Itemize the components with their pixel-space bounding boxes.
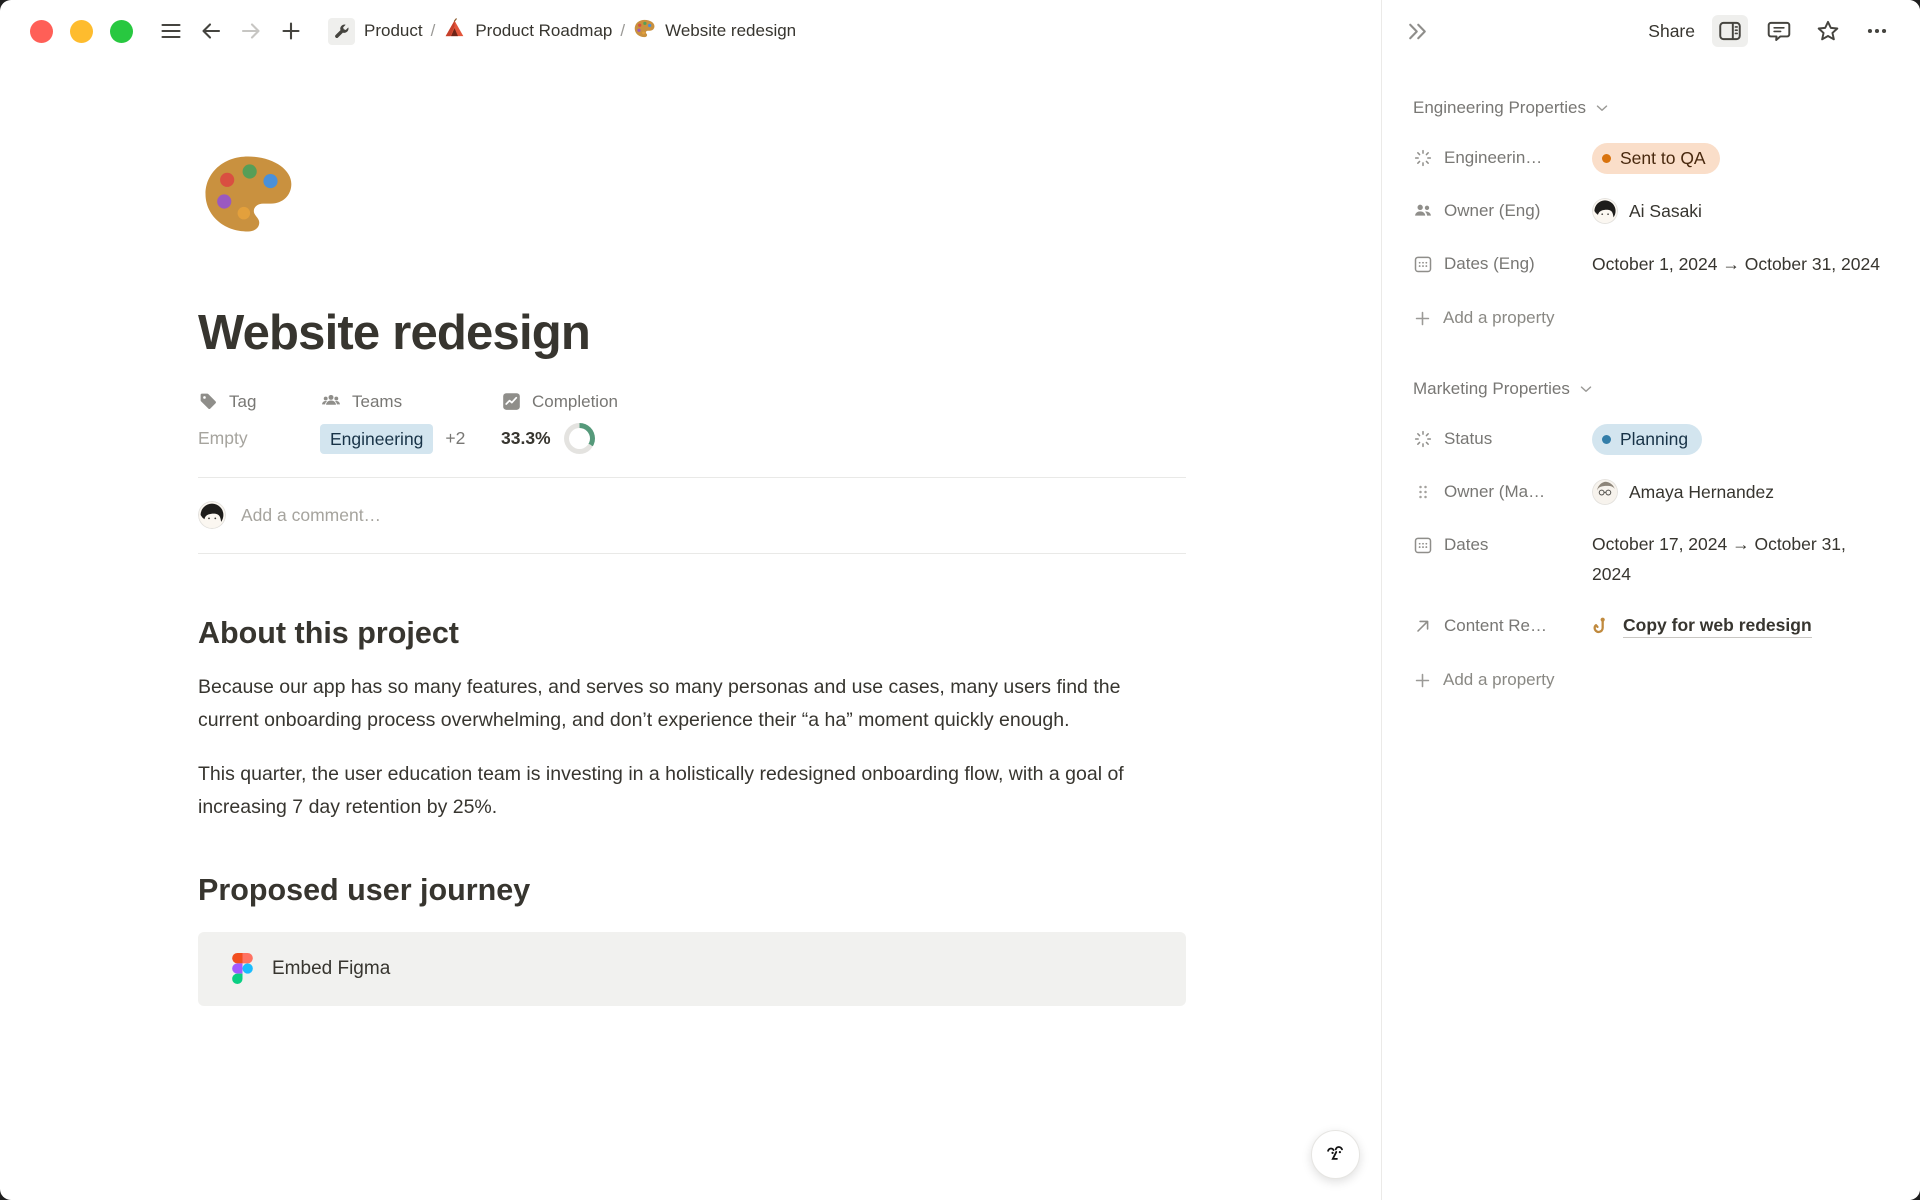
property-row-owner-marketing: Owner (Ma… Amaya Hernandez <box>1413 476 1895 508</box>
page-content: Website redesign Tag Teams Completion Em… <box>198 0 1186 1006</box>
teams-property-label[interactable]: Teams <box>320 389 501 415</box>
calendar-icon <box>1413 254 1433 274</box>
close-window-button[interactable] <box>30 20 53 43</box>
sidebar-topbar: Share <box>1382 0 1920 62</box>
calendar-icon <box>1413 535 1433 555</box>
add-property-button[interactable]: Add a property <box>1413 663 1895 697</box>
arrow-up-right-icon <box>1413 616 1433 636</box>
completion-property-label[interactable]: Completion <box>501 389 1186 415</box>
comment-input[interactable]: Add a comment… <box>198 477 1186 554</box>
property-row-owner-eng: Owner (Eng) Ai Sasaki <box>1413 195 1895 227</box>
drag-handle-icon <box>1413 482 1433 502</box>
property-row-dates: Dates October 17, 2024 → October 31, 202… <box>1413 529 1895 589</box>
main-area: Product / Product Roadmap / Website rede… <box>0 0 1381 1200</box>
teams-extra-count[interactable]: +2 <box>445 428 465 449</box>
traffic-lights <box>30 20 133 43</box>
user-avatar <box>198 501 226 529</box>
plus-icon <box>1413 309 1432 328</box>
section-heading-journey: Proposed user journey <box>198 873 1186 908</box>
completion-property-value[interactable]: 33.3% <box>501 423 1186 455</box>
property-row-engineering-status: Engineerin… Sent to QA <box>1413 142 1895 174</box>
sidebar-actions: Share <box>1648 15 1895 47</box>
section-engineering-properties[interactable]: Engineering Properties <box>1413 96 1895 120</box>
chevron-down-icon <box>1593 99 1611 117</box>
tag-property-value[interactable]: Empty <box>198 423 320 455</box>
notion-ai-button[interactable] <box>1311 1130 1360 1179</box>
marketing-rows: Status Planning Owner (Ma… <box>1413 423 1895 697</box>
page-title[interactable]: Website redesign <box>198 304 1186 363</box>
tag-property-label[interactable]: Tag <box>198 389 320 415</box>
sidebar-body: Engineering Properties Engineerin… Sent … <box>1382 62 1920 697</box>
app-window: Product / Product Roadmap / Website rede… <box>0 0 1920 1200</box>
property-value[interactable]: Planning <box>1592 423 1895 455</box>
status-pill-planning[interactable]: Planning <box>1592 424 1702 455</box>
property-value[interactable]: October 1, 2024 → October 31, 2024 <box>1592 248 1895 280</box>
favorite-button[interactable] <box>1810 15 1846 47</box>
share-button[interactable]: Share <box>1648 21 1695 42</box>
property-value[interactable]: October 17, 2024 → October 31, 2024 <box>1592 529 1895 589</box>
status-dot <box>1602 154 1611 163</box>
chart-icon <box>501 391 522 412</box>
completion-ring <box>564 423 595 454</box>
about-paragraph: Because our app has so many features, an… <box>198 671 1186 738</box>
property-key[interactable]: Owner (Ma… <box>1413 476 1592 508</box>
collapse-sidebar-icon[interactable] <box>1400 16 1435 47</box>
ai-face-icon <box>1322 1141 1349 1168</box>
side-peek-icon <box>1717 18 1743 44</box>
star-icon <box>1815 18 1841 44</box>
engineering-rows: Engineerin… Sent to QA Owner (Eng) <box>1413 142 1895 335</box>
minimize-window-button[interactable] <box>70 20 93 43</box>
comment-placeholder: Add a comment… <box>241 505 381 526</box>
property-key[interactable]: Dates <box>1413 529 1592 561</box>
property-key[interactable]: Owner (Eng) <box>1413 195 1592 227</box>
chevron-down-icon <box>1577 380 1595 398</box>
ellipsis-icon <box>1864 18 1890 44</box>
section-gap <box>1413 335 1895 377</box>
property-row-status: Status Planning <box>1413 423 1895 455</box>
teams-pill[interactable]: Engineering <box>320 424 433 454</box>
property-row-dates-eng: Dates (Eng) October 1, 2024 → October 31… <box>1413 248 1895 280</box>
property-key[interactable]: Engineerin… <box>1413 142 1592 174</box>
property-key[interactable]: Content Re… <box>1413 610 1592 642</box>
tag-icon <box>198 391 219 412</box>
about-paragraph: This quarter, the user education team is… <box>198 758 1186 825</box>
property-value[interactable]: Amaya Hernandez <box>1592 476 1895 508</box>
hook-emoji-icon <box>1592 616 1613 637</box>
status-dot <box>1602 435 1611 444</box>
toggle-side-peek-button[interactable] <box>1712 15 1748 47</box>
avatar-ai-sasaki <box>1592 198 1618 224</box>
property-value[interactable]: Sent to QA <box>1592 142 1895 174</box>
figma-embed-placeholder[interactable]: Embed Figma <box>198 932 1186 1006</box>
property-key[interactable]: Status <box>1413 423 1592 455</box>
property-value[interactable]: Ai Sasaki <box>1592 195 1895 227</box>
sidebar-menu-icon[interactable] <box>158 18 184 44</box>
add-property-button[interactable]: Add a property <box>1413 301 1895 335</box>
teams-property-value[interactable]: Engineering +2 <box>320 423 501 455</box>
page-details-sidebar: Share Engineering Properties <box>1381 0 1920 1200</box>
status-burst-icon <box>1413 148 1433 168</box>
plus-icon <box>1413 671 1432 690</box>
teams-icon <box>320 391 342 413</box>
zoom-window-button[interactable] <box>110 20 133 43</box>
avatar-amaya-hernandez <box>1592 479 1618 505</box>
property-row-content-relation: Content Re… Copy for web redesign <box>1413 610 1895 642</box>
property-key[interactable]: Dates (Eng) <box>1413 248 1592 280</box>
status-burst-icon <box>1413 429 1433 449</box>
people-icon <box>1413 201 1433 221</box>
page-properties: Tag Teams Completion Empty Engineering +… <box>198 389 1186 455</box>
property-value[interactable]: Copy for web redesign <box>1592 610 1895 642</box>
status-pill-sent-to-qa[interactable]: Sent to QA <box>1592 143 1720 174</box>
figma-logo-icon <box>232 953 253 984</box>
section-heading-about: About this project <box>198 616 1186 651</box>
completion-percent: 33.3% <box>501 428 551 449</box>
comments-button[interactable] <box>1761 15 1797 47</box>
embed-label: Embed Figma <box>272 958 390 980</box>
comment-bubble-icon <box>1766 18 1792 44</box>
section-marketing-properties[interactable]: Marketing Properties <box>1413 377 1895 401</box>
relation-link[interactable]: Copy for web redesign <box>1592 615 1812 638</box>
more-options-button[interactable] <box>1859 15 1895 47</box>
page-icon-palette[interactable] <box>198 144 298 244</box>
